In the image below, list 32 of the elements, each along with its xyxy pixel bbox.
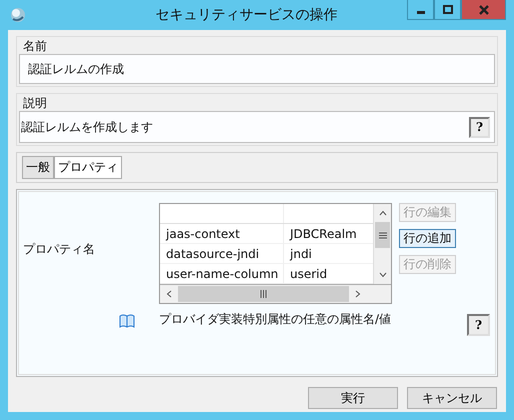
name-field[interactable]: 認証レルムの作成 bbox=[19, 54, 495, 84]
table-cell: jaas-context bbox=[160, 224, 284, 243]
scroll-thumb[interactable] bbox=[375, 222, 390, 248]
close-button[interactable] bbox=[461, 0, 506, 20]
book-icon bbox=[119, 314, 135, 328]
globe-icon bbox=[10, 7, 26, 23]
minimize-button[interactable] bbox=[407, 0, 434, 20]
table-cell-text: jndi bbox=[288, 246, 313, 262]
table-cell-text: JDBCRealm bbox=[288, 226, 358, 242]
help-button[interactable]: ? bbox=[469, 116, 490, 138]
minimize-icon bbox=[416, 11, 424, 14]
maximize-icon bbox=[442, 4, 452, 14]
table-cell-text: userid bbox=[289, 266, 328, 282]
table-cell: user-name-column bbox=[160, 264, 284, 283]
scroll-thumb[interactable] bbox=[178, 286, 349, 302]
window-title: セキュリティサービスの操作 bbox=[156, 6, 338, 24]
horizontal-scrollbar[interactable] bbox=[160, 284, 391, 303]
tab[interactable]: プロパティ bbox=[54, 156, 122, 179]
vertical-scrollbar[interactable] bbox=[373, 204, 391, 284]
row-action-button[interactable]: 行の追加 bbox=[399, 229, 456, 248]
maximize-button[interactable] bbox=[434, 0, 461, 20]
table-cell: datasource-jndi bbox=[160, 244, 284, 263]
dialog-button[interactable]: キャンセル bbox=[407, 387, 497, 409]
dialog-button[interactable]: 実行 bbox=[308, 387, 398, 409]
tab[interactable]: 一般 bbox=[22, 156, 54, 179]
description-label: 説明 bbox=[22, 96, 48, 111]
hint-text: プロバイダ実装特別属性の任意の属性名/値 bbox=[159, 311, 392, 328]
close-icon bbox=[478, 4, 488, 14]
description-text: 認証レルムを作成します bbox=[21, 118, 153, 136]
property-name-label: プロパティ名 bbox=[23, 241, 96, 258]
name-label: 名前 bbox=[22, 39, 48, 54]
help-button[interactable]: ? bbox=[467, 314, 490, 336]
